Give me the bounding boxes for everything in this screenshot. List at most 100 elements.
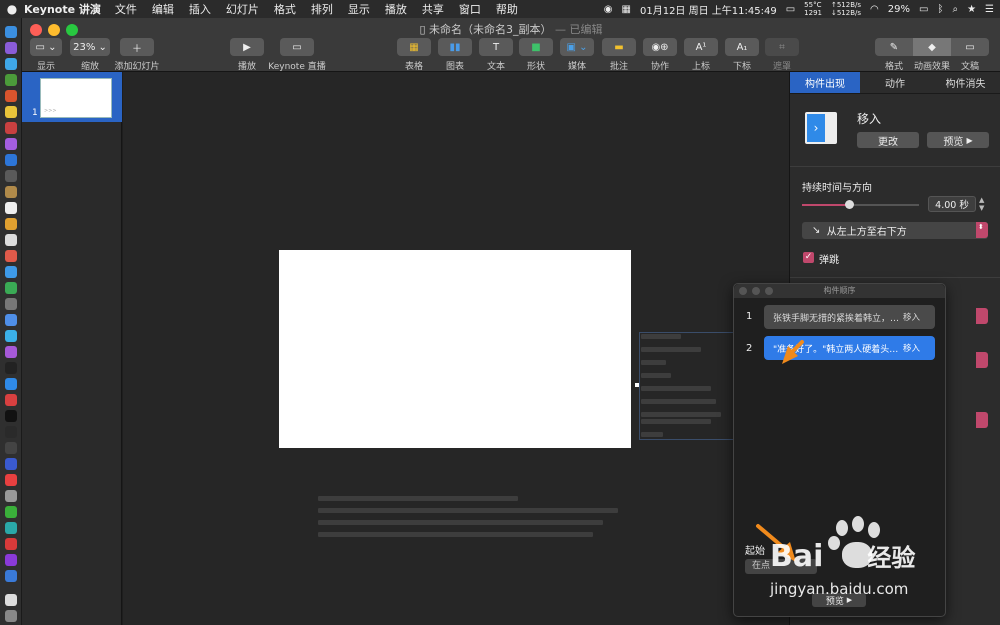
appletv-icon[interactable] bbox=[5, 362, 17, 374]
slide[interactable] bbox=[279, 250, 631, 448]
app-icon[interactable] bbox=[5, 282, 17, 294]
build-order-item-1[interactable]: 张铁手脚无措的紧挨着韩立，… 移入 bbox=[764, 305, 935, 329]
menu-slide[interactable]: 幻灯片 bbox=[226, 1, 259, 17]
calendar-icon[interactable]: ▦ bbox=[622, 4, 631, 15]
trash-icon[interactable] bbox=[5, 610, 17, 622]
add-slide-button[interactable]: ＋ bbox=[120, 38, 154, 56]
duration-heading: 持续时间与方向 bbox=[802, 183, 872, 194]
menu-play[interactable]: 播放 bbox=[385, 1, 407, 17]
bounce-checkbox[interactable]: ✓ bbox=[803, 252, 814, 263]
text-line bbox=[641, 386, 711, 391]
app-icon[interactable] bbox=[5, 554, 17, 566]
calendar-app-icon[interactable] bbox=[5, 202, 17, 214]
comment-button[interactable]: ▬ bbox=[602, 38, 636, 56]
app-icon[interactable] bbox=[5, 234, 17, 246]
wifi-icon[interactable]: ◠ bbox=[870, 4, 879, 15]
zoom-select[interactable]: 23% ⌄ bbox=[70, 38, 110, 56]
keynote-live-button[interactable]: ▭ bbox=[280, 38, 314, 56]
app-icon[interactable] bbox=[5, 570, 17, 582]
duration-field[interactable]: 4.00 秒 bbox=[928, 196, 976, 212]
menu-share[interactable]: 共享 bbox=[422, 1, 444, 17]
battery-percent[interactable]: 29% bbox=[888, 4, 910, 15]
appstore-icon[interactable] bbox=[5, 378, 17, 390]
app-icon[interactable] bbox=[5, 522, 17, 534]
mask-button[interactable]: ⌗ bbox=[765, 38, 799, 56]
app-icon[interactable] bbox=[5, 266, 17, 278]
app-icon[interactable] bbox=[5, 394, 17, 406]
star-icon[interactable]: ★ bbox=[967, 4, 976, 15]
app-icon[interactable] bbox=[5, 250, 17, 262]
app-icon[interactable] bbox=[5, 138, 17, 150]
menu-edit[interactable]: 编辑 bbox=[152, 1, 174, 17]
menu-format[interactable]: 格式 bbox=[274, 1, 296, 17]
direction-select-arrow[interactable]: ⬍ bbox=[976, 222, 988, 238]
collaborate-button[interactable]: ◉⊕ bbox=[643, 38, 677, 56]
podcast-icon[interactable] bbox=[5, 346, 17, 358]
tab-build-in[interactable]: 构件出现 bbox=[790, 72, 860, 94]
app-icon[interactable] bbox=[5, 218, 17, 230]
hidden-select-arrow[interactable] bbox=[976, 308, 988, 324]
change-effect-button[interactable]: 更改 bbox=[857, 132, 919, 148]
bluetooth-icon[interactable]: ᛒ bbox=[937, 4, 943, 15]
wechat-icon[interactable] bbox=[5, 506, 17, 518]
selection-handle[interactable] bbox=[635, 383, 639, 387]
menu-window[interactable]: 窗口 bbox=[459, 1, 481, 17]
hidden-select-arrow[interactable] bbox=[976, 352, 988, 368]
hidden-select-arrow[interactable] bbox=[976, 412, 988, 428]
tab-action[interactable]: 动作 bbox=[860, 72, 930, 94]
chart-button[interactable]: ▮▮ bbox=[438, 38, 472, 56]
control-center-icon[interactable]: ☰ bbox=[985, 4, 994, 15]
menu-app-name[interactable]: Keynote 讲演 bbox=[24, 1, 101, 17]
app-icon[interactable] bbox=[5, 90, 17, 102]
battery-icon[interactable]: ▭ bbox=[919, 4, 928, 15]
app-icon[interactable] bbox=[5, 442, 17, 454]
duration-slider-knob[interactable] bbox=[844, 200, 854, 209]
app-icon[interactable] bbox=[5, 298, 17, 310]
app-icon[interactable] bbox=[5, 426, 17, 438]
app-icon[interactable] bbox=[5, 154, 17, 166]
battery-level-icon[interactable]: ▭ bbox=[786, 4, 795, 15]
format-button[interactable]: ✎ bbox=[875, 38, 913, 56]
apple-icon[interactable]: ● bbox=[0, 2, 24, 16]
play-button[interactable]: ▶ bbox=[230, 38, 264, 56]
subscript-button[interactable]: A₁ bbox=[725, 38, 759, 56]
yandex-icon[interactable] bbox=[5, 474, 17, 486]
view-button[interactable]: ▭ ⌄ bbox=[30, 38, 62, 56]
app-icon[interactable] bbox=[5, 122, 17, 134]
menu-view[interactable]: 显示 bbox=[348, 1, 370, 17]
sync-icon[interactable]: ◉ bbox=[604, 4, 613, 15]
preview-button[interactable]: 预览 ▶ bbox=[927, 132, 989, 148]
datetime[interactable]: 01月12日 周日 上午11:45:49 bbox=[640, 2, 777, 17]
shape-button[interactable]: ■ bbox=[519, 38, 553, 56]
table-button[interactable]: ▦ bbox=[397, 38, 431, 56]
duration-stepper[interactable]: ▲ ▼ bbox=[979, 196, 988, 212]
chrome-icon[interactable] bbox=[5, 106, 17, 118]
app-icon[interactable] bbox=[5, 314, 17, 326]
app-icon[interactable] bbox=[5, 186, 17, 198]
superscript-button[interactable]: A¹ bbox=[684, 38, 718, 56]
spotlight-icon[interactable]: ⌕ bbox=[952, 4, 958, 15]
direction-select[interactable]: ↘ 从左上方至右下方 bbox=[802, 222, 988, 239]
app-icon[interactable] bbox=[5, 490, 17, 502]
menu-arrange[interactable]: 排列 bbox=[311, 1, 333, 17]
text-button[interactable]: T bbox=[479, 38, 513, 56]
terminal-icon[interactable] bbox=[5, 410, 17, 422]
app-icon[interactable] bbox=[5, 538, 17, 550]
add-slide-label: 添加幻灯片 bbox=[114, 62, 160, 72]
menu-file[interactable]: 文件 bbox=[115, 1, 137, 17]
duration-slider[interactable] bbox=[802, 200, 919, 209]
app-icon[interactable] bbox=[5, 170, 17, 182]
launchpad-icon[interactable] bbox=[5, 42, 17, 54]
menu-insert[interactable]: 插入 bbox=[189, 1, 211, 17]
slide-thumbnail-selected[interactable]: 1 >>> bbox=[22, 72, 122, 122]
app-icon[interactable] bbox=[5, 330, 17, 342]
document-icon[interactable] bbox=[5, 594, 17, 606]
app-icon[interactable] bbox=[5, 74, 17, 86]
tab-build-out[interactable]: 构件消失 bbox=[930, 72, 1000, 94]
animate-button[interactable]: ◆ bbox=[913, 38, 951, 56]
finder-icon[interactable] bbox=[5, 26, 17, 38]
media-button[interactable]: ▣ ⌄ bbox=[560, 38, 594, 56]
document-button[interactable]: ▭ bbox=[951, 38, 989, 56]
vpn-icon[interactable] bbox=[5, 458, 17, 470]
menu-help[interactable]: 帮助 bbox=[496, 1, 518, 17]
